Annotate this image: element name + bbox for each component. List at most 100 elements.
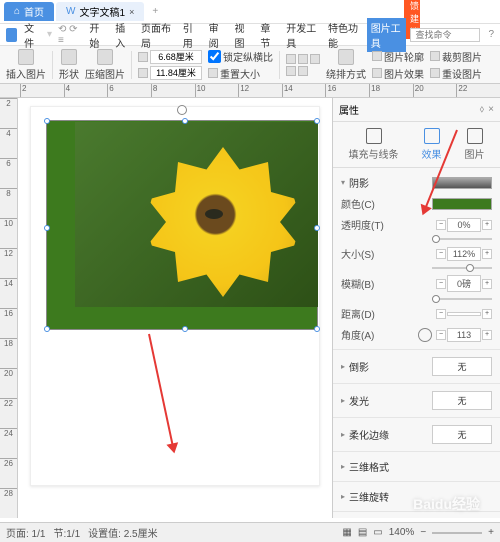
dec-button[interactable]: − <box>436 279 446 289</box>
outline-button[interactable]: 图片轮廓 <box>384 49 424 64</box>
slider-thumb[interactable] <box>466 264 474 272</box>
value[interactable]: 112% <box>447 247 481 261</box>
section-toggle[interactable]: ▾阴影 <box>341 172 492 193</box>
dec-button[interactable]: − <box>436 330 446 340</box>
watermark: Baidu经验 <box>413 494 480 514</box>
wrap-icon <box>286 54 296 64</box>
view-mode-icon[interactable]: ▤ <box>358 527 367 538</box>
value[interactable]: 0磅 <box>447 275 481 292</box>
label: 三维格式 <box>349 459 389 474</box>
inc-button[interactable]: + <box>482 330 492 340</box>
resize-handle-n[interactable] <box>182 118 188 124</box>
resize-handle-ne[interactable] <box>314 118 320 124</box>
menu-insert[interactable]: 插入 <box>112 20 134 50</box>
reset-pic-button[interactable]: 重设图片 <box>442 66 482 81</box>
menu-section[interactable]: 章节 <box>257 20 279 50</box>
menu-pic-tools[interactable]: 图片工具 <box>367 18 407 52</box>
slider[interactable] <box>432 298 492 300</box>
slider-thumb[interactable] <box>432 235 440 243</box>
crop-button[interactable]: 裁剪图片 <box>442 49 482 64</box>
app-icon <box>6 28 17 42</box>
tick: 2 <box>0 98 17 128</box>
reset-size-button[interactable]: 重置大小 <box>220 66 260 81</box>
dec-button[interactable]: − <box>436 249 446 259</box>
section-toggle[interactable]: ▸柔化边缘无 <box>341 422 492 447</box>
prop-transparency-slider <box>341 235 492 243</box>
slider[interactable] <box>432 238 492 240</box>
wrap-button[interactable]: 绕排方式 <box>326 49 366 81</box>
lock-ratio-checkbox[interactable] <box>208 50 221 63</box>
none-button[interactable]: 无 <box>432 425 492 444</box>
menu-dev[interactable]: 开发工具 <box>283 20 321 50</box>
dec-button[interactable]: − <box>436 220 446 230</box>
tab-effect[interactable]: 效果 <box>422 128 442 161</box>
tab-picture[interactable]: 图片 <box>465 128 485 161</box>
command-search[interactable] <box>410 28 480 42</box>
menu-review[interactable]: 审阅 <box>206 20 228 50</box>
size-opts: 锁定纵横比 重置大小 <box>208 49 273 81</box>
dec-button[interactable]: − <box>436 309 446 319</box>
section-toggle[interactable]: ▸倒影无 <box>341 354 492 379</box>
new-tab-button[interactable]: + <box>146 6 164 17</box>
inc-button[interactable]: + <box>482 220 492 230</box>
zoom-in-button[interactable]: + <box>488 527 494 538</box>
section-toggle[interactable]: ▸三维格式 <box>341 456 492 477</box>
shape-button[interactable]: 形状 <box>59 49 79 81</box>
value[interactable]: 0% <box>447 218 481 232</box>
menu-ref[interactable]: 引用 <box>180 20 202 50</box>
selected-image[interactable] <box>46 120 318 330</box>
tab-document[interactable]: W文字文稿1× <box>56 2 144 21</box>
width-input[interactable] <box>150 66 202 80</box>
tab-home[interactable]: ⌂首页 <box>4 2 54 21</box>
menu-feature[interactable]: 特色功能 <box>325 20 363 50</box>
section-toggle[interactable]: ▸发光无 <box>341 388 492 413</box>
value[interactable]: 113 <box>447 328 481 342</box>
doc-icon: W <box>66 6 75 17</box>
label: 透明度(T) <box>341 217 384 232</box>
view-mode-icon[interactable]: ▭ <box>373 527 382 538</box>
tab-fill-line[interactable]: 填充与线条 <box>349 128 399 161</box>
resize-handle-e[interactable] <box>314 225 320 231</box>
compress-button[interactable]: 压缩图片 <box>85 49 125 81</box>
fill-icon <box>366 128 382 144</box>
panel-close-icon[interactable]: × <box>488 104 494 115</box>
value[interactable] <box>447 312 481 316</box>
view-mode-icon[interactable]: ▦ <box>342 527 351 538</box>
panel-pin-icon[interactable]: ⬨ <box>480 104 485 115</box>
resize-handle-se[interactable] <box>314 326 320 332</box>
inc-button[interactable]: + <box>482 309 492 319</box>
label: 角度(A) <box>341 327 374 342</box>
prop-distance: 距离(D)−+ <box>341 303 492 324</box>
menu-start[interactable]: 开始 <box>86 20 108 50</box>
panel-tabs: 填充与线条 效果 图片 <box>333 122 500 168</box>
page-indicator[interactable]: 页面: 1/1 <box>6 525 45 540</box>
slider[interactable] <box>432 267 492 269</box>
color-picker[interactable] <box>432 198 492 210</box>
shadow-preset[interactable] <box>432 177 492 189</box>
file-menu[interactable]: 文件 <box>21 20 43 50</box>
chevron-right-icon: ▸ <box>341 396 345 405</box>
rotation-handle[interactable] <box>177 105 187 115</box>
effect-button[interactable]: 图片效果 <box>384 66 424 81</box>
close-icon[interactable]: × <box>129 7 134 17</box>
zoom-value[interactable]: 140% <box>389 527 415 538</box>
resize-handle-nw[interactable] <box>44 118 50 124</box>
tick: 22 <box>0 398 17 428</box>
none-button[interactable]: 无 <box>432 357 492 376</box>
resize-handle-w[interactable] <box>44 225 50 231</box>
none-button[interactable]: 无 <box>432 391 492 410</box>
angle-dial[interactable] <box>418 328 432 342</box>
zoom-out-button[interactable]: − <box>420 527 426 538</box>
height-input[interactable] <box>150 50 202 64</box>
menu-view[interactable]: 视图 <box>232 20 254 50</box>
slider-thumb[interactable] <box>432 295 440 303</box>
inc-button[interactable]: + <box>482 279 492 289</box>
resize-handle-s[interactable] <box>182 326 188 332</box>
document-canvas[interactable] <box>18 98 332 518</box>
insert-picture-button[interactable]: 插入图片 <box>6 49 46 81</box>
inc-button[interactable]: + <box>482 249 492 259</box>
menu-layout[interactable]: 页面布局 <box>138 20 176 50</box>
zoom-slider[interactable] <box>432 532 482 534</box>
resize-handle-sw[interactable] <box>44 326 50 332</box>
help-icon[interactable]: ? <box>488 29 494 40</box>
